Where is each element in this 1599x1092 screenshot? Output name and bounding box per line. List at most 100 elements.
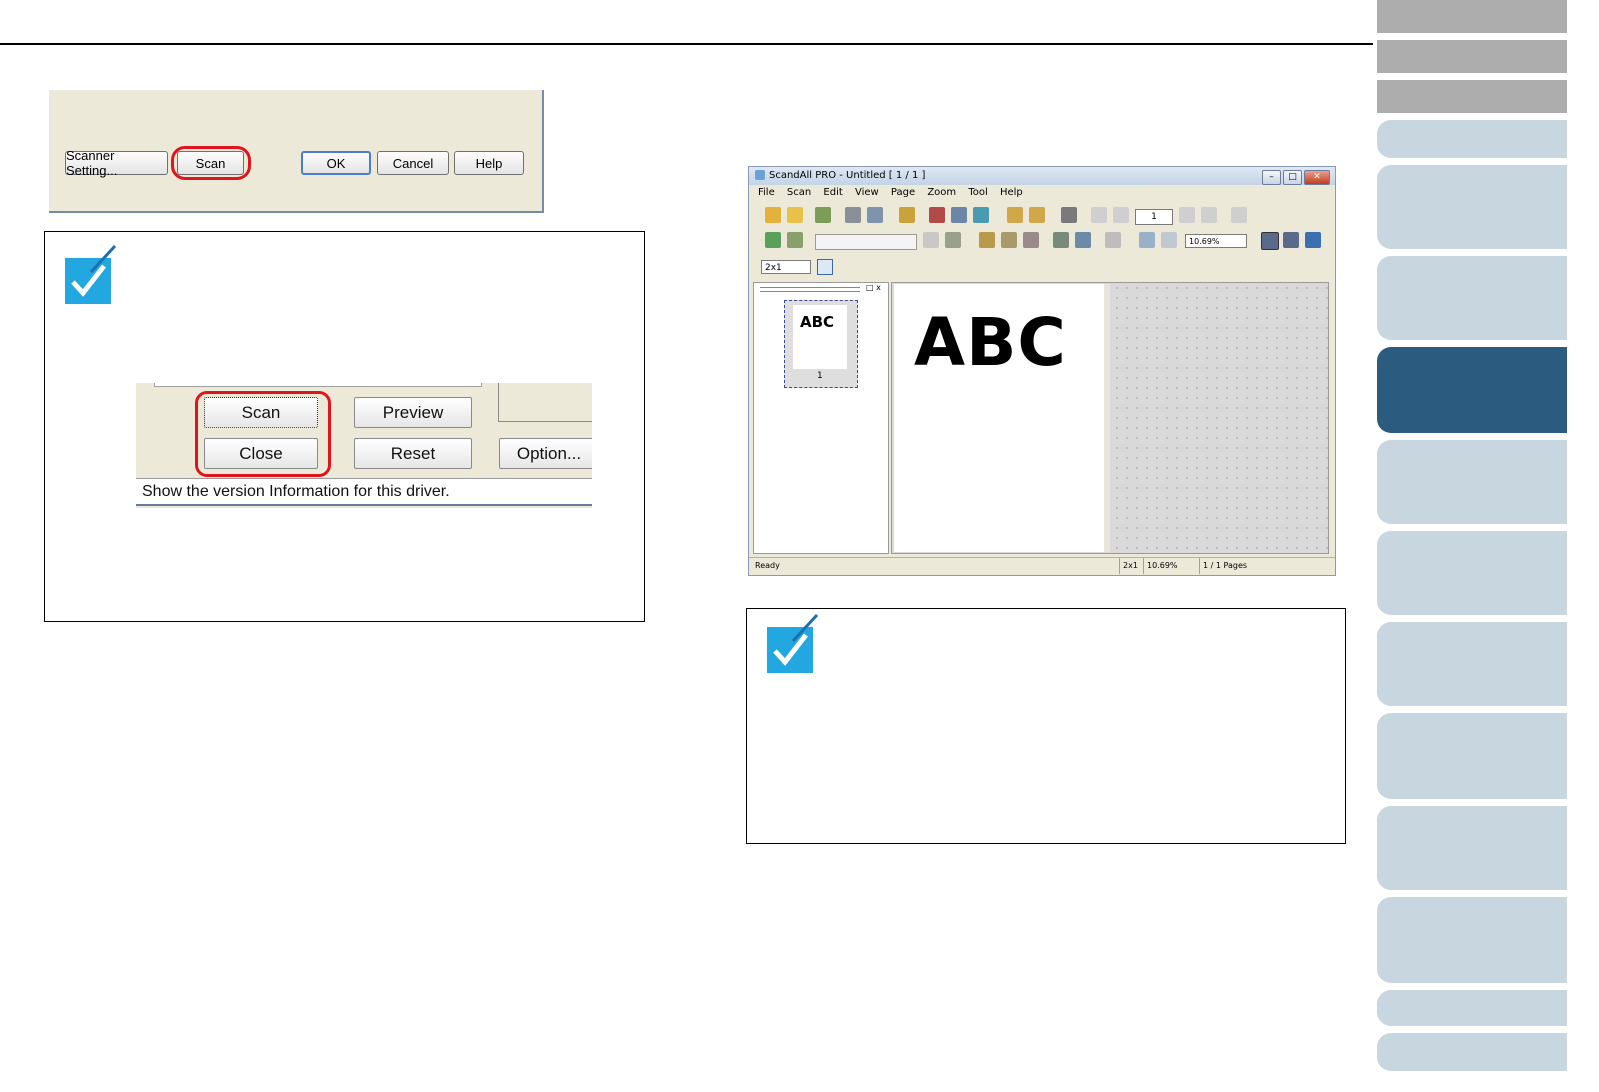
delete-icon[interactable]: [1061, 207, 1077, 223]
document-viewer: ABC: [891, 282, 1329, 554]
status-zoom: 10.69%: [1143, 558, 1178, 574]
menu-bar: File Scan Edit View Page Zoom Tool Help: [749, 187, 1335, 203]
status-text: Show the version Information for this dr…: [136, 478, 592, 506]
stamp-icon[interactable]: [979, 232, 995, 248]
pane-close-icon[interactable]: □ x: [866, 283, 881, 292]
thumbnail-text: ABC: [800, 313, 835, 331]
insert-page-icon[interactable]: [1231, 207, 1247, 223]
status-pages: 1 / 1 Pages: [1199, 558, 1247, 574]
thumbnail-pane: □ x ABC 1: [753, 282, 889, 554]
nav-tab-2[interactable]: [1377, 40, 1567, 73]
scan-close-highlight: [195, 391, 331, 477]
first-page-icon[interactable]: [1091, 207, 1107, 223]
last-page-icon[interactable]: [1201, 207, 1217, 223]
menu-tool[interactable]: Tool: [968, 187, 987, 198]
batch-icon[interactable]: [923, 232, 939, 248]
search-icon[interactable]: [1105, 232, 1121, 248]
prev-page-icon[interactable]: [1113, 207, 1129, 223]
nav-tab-10[interactable]: [1377, 622, 1567, 706]
status-bar: Ready 2x1 10.69% 1 / 1 Pages: [749, 557, 1335, 575]
help-button[interactable]: Help: [454, 151, 524, 175]
nav-tab-9[interactable]: [1377, 531, 1567, 615]
scanner-setting-button[interactable]: Scanner Setting...: [65, 148, 168, 178]
note-box-right: [746, 608, 1346, 844]
app-icon: [755, 170, 765, 180]
status-layout: 2x1: [1119, 558, 1138, 574]
title-bar: ScandAll PRO - Untitled [ 1 / 1 ] – □ ✕: [749, 167, 1335, 185]
grid-layout-icon[interactable]: [817, 259, 833, 275]
zoom-select[interactable]: 10.69%: [1185, 234, 1247, 248]
reset-button[interactable]: Reset: [354, 438, 472, 469]
actual-size-icon[interactable]: [1305, 232, 1321, 248]
nav-tab-8[interactable]: [1377, 440, 1567, 524]
menu-zoom[interactable]: Zoom: [927, 187, 956, 198]
marker-icon[interactable]: [1023, 232, 1039, 248]
status-ready: Ready: [755, 561, 780, 570]
toolbar-secondary: 10.69%: [753, 232, 1331, 254]
menu-view[interactable]: View: [855, 187, 879, 198]
fit-page-icon[interactable]: [1261, 232, 1279, 250]
menu-edit[interactable]: Edit: [823, 187, 842, 198]
menu-page[interactable]: Page: [891, 187, 915, 198]
nav-tab-1[interactable]: [1377, 0, 1567, 33]
zoom-in-icon[interactable]: [1139, 232, 1155, 248]
batch-settings-icon[interactable]: [945, 232, 961, 248]
fax-icon[interactable]: [867, 207, 883, 223]
close-icon[interactable]: ✕: [1304, 170, 1330, 185]
document-text: ABC: [914, 304, 1067, 381]
scan-dialog-crop: Scanner Setting... Scan OK Cancel Help: [49, 90, 544, 213]
menu-help[interactable]: Help: [1000, 187, 1023, 198]
highlight-icon[interactable]: [1001, 232, 1017, 248]
nav-tab-12[interactable]: [1377, 806, 1567, 890]
thumbnail-index: 1: [817, 371, 823, 381]
nav-tab-4[interactable]: [1377, 120, 1567, 158]
fit-width-icon[interactable]: [1283, 232, 1299, 248]
import-icon[interactable]: [899, 207, 915, 223]
scan-highlight: [171, 146, 251, 180]
check-stroke-icon-2: [791, 613, 819, 643]
menu-scan[interactable]: Scan: [787, 187, 811, 198]
rotate-right-icon[interactable]: [1029, 207, 1045, 223]
frame-edge-right: [498, 383, 592, 422]
preview-button[interactable]: Preview: [354, 397, 472, 428]
print-icon[interactable]: [845, 207, 861, 223]
header-rule: [0, 43, 1373, 45]
document-page: ABC: [894, 284, 1110, 552]
save-icon[interactable]: [787, 207, 803, 223]
zoom-out-icon[interactable]: [1161, 232, 1177, 248]
nav-tab-5[interactable]: [1377, 165, 1567, 249]
annotate-icon[interactable]: [973, 207, 989, 223]
maximize-icon[interactable]: □: [1283, 170, 1302, 185]
nav-tab-6[interactable]: [1377, 256, 1567, 340]
nav-tab-14[interactable]: [1377, 990, 1567, 1026]
list-icon[interactable]: [815, 207, 831, 223]
cleanup-icon[interactable]: [1053, 232, 1069, 248]
edit-text-icon[interactable]: [951, 207, 967, 223]
profile-select[interactable]: [815, 234, 917, 250]
cancel-button[interactable]: Cancel: [377, 151, 449, 175]
split-icon[interactable]: [1075, 232, 1091, 248]
nav-tab-active[interactable]: [1377, 347, 1567, 433]
thumbnail-page: ABC: [793, 305, 847, 369]
menu-file[interactable]: File: [758, 187, 775, 198]
page-number-input[interactable]: 1: [1135, 209, 1173, 225]
layout-select[interactable]: 2x1: [761, 260, 811, 274]
scan-icon[interactable]: [765, 232, 781, 248]
nav-tab-15[interactable]: [1377, 1033, 1567, 1071]
option-button[interactable]: Option...: [499, 438, 592, 469]
window-title: ScandAll PRO - Untitled [ 1 / 1 ]: [769, 170, 926, 181]
thumbnail[interactable]: ABC 1: [784, 300, 858, 388]
ocr-icon[interactable]: [929, 207, 945, 223]
minimize-icon[interactable]: –: [1262, 170, 1281, 185]
rotate-left-icon[interactable]: [1007, 207, 1023, 223]
check-stroke-icon: [89, 244, 117, 274]
ok-button[interactable]: OK: [301, 151, 371, 175]
nav-tab-3[interactable]: [1377, 80, 1567, 113]
nav-tab-13[interactable]: [1377, 897, 1567, 983]
toolbar-main: 1: [753, 207, 1331, 229]
nav-tab-11[interactable]: [1377, 713, 1567, 799]
scandall-window: ScandAll PRO - Untitled [ 1 / 1 ] – □ ✕ …: [748, 166, 1336, 576]
open-folder-icon[interactable]: [765, 207, 781, 223]
scan-settings-icon[interactable]: [787, 232, 803, 248]
next-page-icon[interactable]: [1179, 207, 1195, 223]
